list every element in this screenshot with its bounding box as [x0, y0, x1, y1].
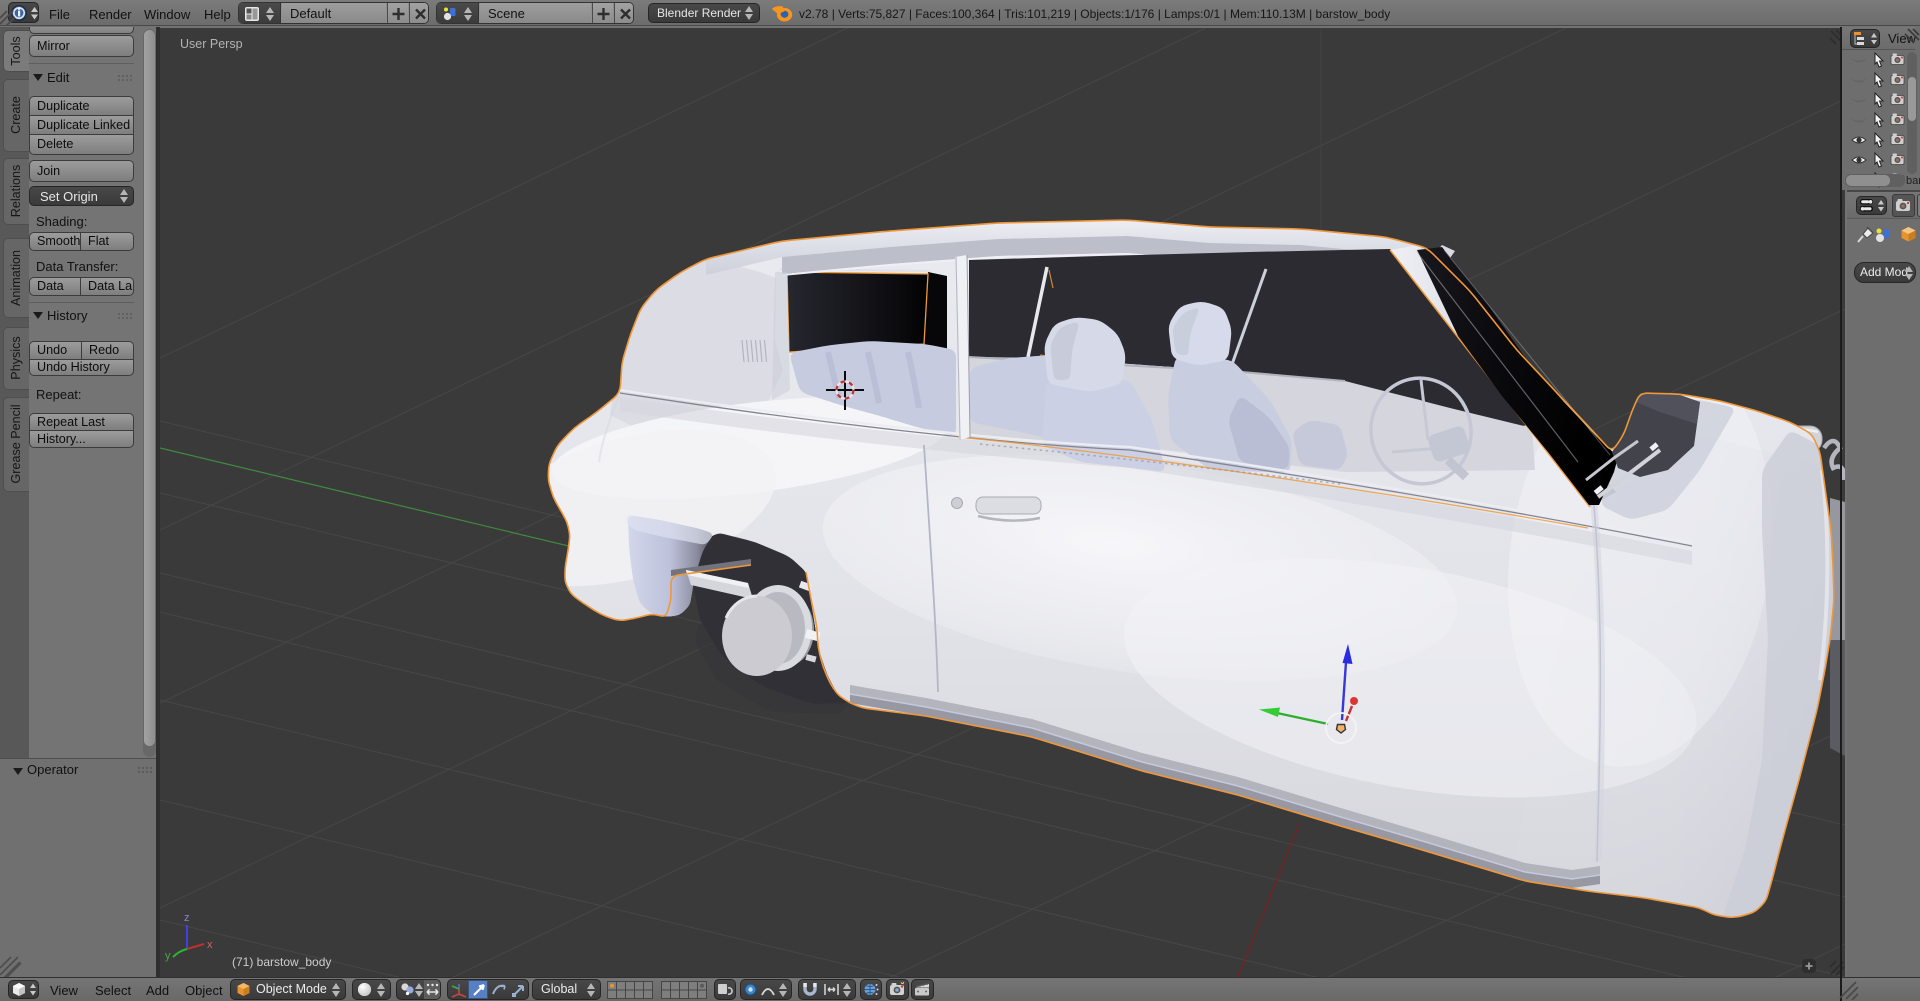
svg-text:Relations: Relations — [9, 165, 23, 218]
svg-text:Grease Pencil: Grease Pencil — [9, 404, 23, 483]
svg-text:Physics: Physics — [9, 336, 23, 379]
svg-text:Animation: Animation — [9, 250, 23, 306]
svg-text:x: x — [207, 939, 213, 951]
svg-text:(71) barstow_body: (71) barstow_body — [232, 955, 331, 969]
svg-text:User Persp: User Persp — [180, 37, 243, 51]
svg-text:z: z — [184, 912, 190, 924]
svg-text:Tools: Tools — [9, 36, 23, 65]
svg-text:y: y — [165, 950, 171, 962]
svg-text:Create: Create — [9, 96, 23, 134]
